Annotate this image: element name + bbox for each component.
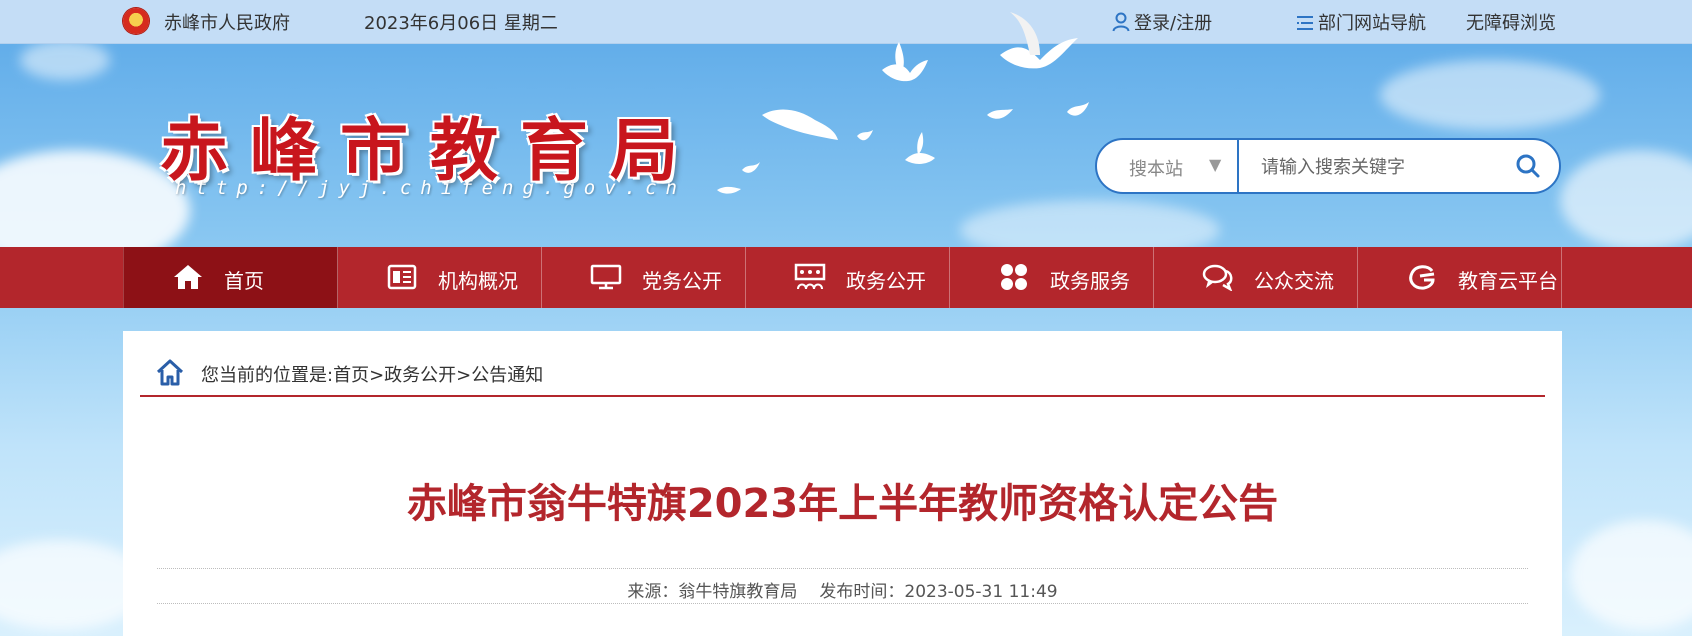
chat-icon xyxy=(1202,264,1233,291)
home-icon xyxy=(174,265,202,289)
article-meta: 来源：翁牛特旗教育局 发布时间：2023-05-31 11:49 xyxy=(123,577,1562,602)
login-link[interactable]: 登录/注册 xyxy=(1112,9,1212,35)
article-title: 赤峰市翁牛特旗2023年上半年教师资格认定公告 xyxy=(406,481,1279,527)
current-date: 2023年6月06日 星期二 xyxy=(364,13,558,34)
dove-icon xyxy=(762,109,838,140)
gov-name-link[interactable]: 赤峰市人民政府 xyxy=(164,9,290,35)
nav-item-label: 首页 xyxy=(224,269,264,293)
nav-item-gov-affairs[interactable]: 政务公开 xyxy=(746,247,950,308)
background-cloud xyxy=(1380,60,1600,130)
breadcrumb-prefix: 您当前的位置是: xyxy=(201,365,334,386)
nav-item-public-exchange[interactable]: 公众交流 xyxy=(1154,247,1358,308)
top-bar: 赤峰市人民政府 2023年6月06日 星期二 登录/注册 部门网站导航 无障碍浏… xyxy=(0,0,1692,44)
dove-icon xyxy=(717,186,741,194)
newspaper-icon xyxy=(387,264,417,290)
nav-item-label: 政务服务 xyxy=(1050,269,1130,293)
breadcrumb-separator: > xyxy=(456,365,472,386)
main-nav: 首页 机构概况 党务公开 政务公开 政务服务 公众交流 教育云平台 xyxy=(0,247,1692,308)
search-input[interactable] xyxy=(1259,150,1503,184)
breadcrumb-separator: > xyxy=(369,365,385,386)
dove-icon xyxy=(987,109,1013,119)
search-box: 搜本站 ▼ xyxy=(1095,138,1561,194)
meta-divider xyxy=(157,568,1528,569)
meta-divider xyxy=(157,603,1528,604)
background-cloud xyxy=(1570,520,1692,630)
content-panel: 您当前的位置是:首页>政务公开>公告通知 赤峰市翁牛特旗2023年上半年教师资格… xyxy=(123,331,1562,636)
grid-icon xyxy=(1001,264,1027,290)
nav-item-party-affairs[interactable]: 党务公开 xyxy=(542,247,746,308)
user-icon xyxy=(1112,12,1130,32)
presentation-icon xyxy=(794,263,826,290)
article-source: 来源：翁牛特旗教育局 xyxy=(627,582,798,602)
dept-nav-link[interactable]: 部门网站导航 xyxy=(1296,9,1426,35)
search-icon[interactable] xyxy=(1515,153,1541,179)
monitor-icon xyxy=(590,264,622,290)
site-url: http://jyj.chifeng.gov.cn xyxy=(175,177,686,199)
login-label: 登录/注册 xyxy=(1134,13,1213,34)
nav-item-label: 党务公开 xyxy=(642,269,722,293)
caret-down-icon: ▼ xyxy=(1209,155,1222,174)
home-outline-icon xyxy=(156,359,184,386)
cloud-platform-icon xyxy=(1409,265,1435,290)
dove-icon xyxy=(857,130,873,141)
nav-item-label: 教育云平台 xyxy=(1458,269,1558,293)
nav-item-gov-services[interactable]: 政务服务 xyxy=(950,247,1154,308)
breadcrumb-divider xyxy=(140,395,1545,397)
list-icon xyxy=(1297,16,1313,30)
nav-item-edu-cloud[interactable]: 教育云平台 xyxy=(1358,247,1562,308)
dove-icon xyxy=(895,42,904,75)
breadcrumb-link-notices[interactable]: 公告通知 xyxy=(471,365,543,386)
breadcrumb-text: 您当前的位置是:首页>政务公开>公告通知 xyxy=(201,361,543,387)
national-emblem-icon xyxy=(123,8,149,34)
dove-icon xyxy=(905,132,935,164)
breadcrumb-link-gov-affairs[interactable]: 政务公开 xyxy=(384,365,456,386)
background-cloud xyxy=(1560,150,1692,250)
dove-icon xyxy=(1067,102,1089,116)
nav-item-label: 政务公开 xyxy=(846,269,926,293)
nav-item-label: 机构概况 xyxy=(438,269,518,293)
nav-item-org-overview[interactable]: 机构概况 xyxy=(338,247,542,308)
breadcrumb-link-home[interactable]: 首页 xyxy=(333,365,369,386)
background-cloud xyxy=(20,40,110,80)
search-scope-select[interactable]: 搜本站 ▼ xyxy=(1097,140,1239,192)
nav-item-label: 公众交流 xyxy=(1254,269,1334,293)
nav-item-home[interactable]: 首页 xyxy=(123,247,338,308)
article-publish-time: 发布时间：2023-05-31 11:49 xyxy=(819,582,1058,602)
dept-nav-label: 部门网站导航 xyxy=(1318,13,1426,34)
accessibility-link[interactable]: 无障碍浏览 xyxy=(1466,9,1556,35)
search-scope-label: 搜本站 xyxy=(1129,159,1183,180)
dove-icon xyxy=(1000,12,1078,69)
dove-icon xyxy=(742,162,760,173)
